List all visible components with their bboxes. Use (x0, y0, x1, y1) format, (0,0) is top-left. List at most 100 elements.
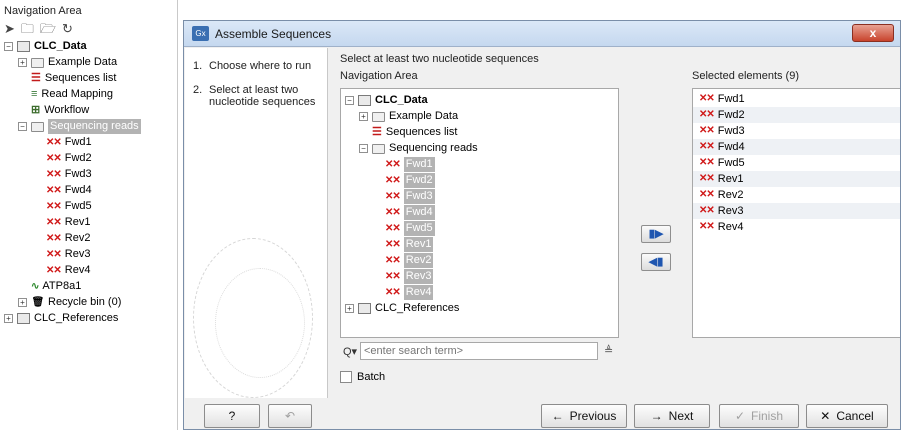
sequence-icon: ✕✕ (385, 287, 401, 298)
sequence-icon: ✕✕ (46, 137, 62, 148)
add-location-icon[interactable]: 🗁 (40, 22, 56, 36)
sequence-icon: ✕✕ (699, 157, 715, 168)
collapse-icon[interactable]: − (345, 96, 354, 105)
batch-checkbox[interactable] (340, 371, 352, 383)
tree-item-sequences-list[interactable]: ☰ Sequences list (372, 125, 457, 140)
reset-icon: ↶ (284, 409, 296, 423)
tree-item-rev3[interactable]: ✕✕ Rev3 (385, 269, 434, 284)
source-tree[interactable]: − CLC_Data + Example Data ☰ Sequences li… (340, 88, 619, 338)
sequence-icon: ✕✕ (46, 249, 62, 260)
tree-item-sequencing-reads[interactable]: − Sequencing reads (359, 141, 478, 156)
close-x-icon: ✕ (820, 409, 831, 423)
sequence-list-icon: ☰ (31, 72, 41, 84)
tree-item-atp8a1[interactable]: ∿ ATP8a1 (31, 279, 81, 294)
tree-item-rev2[interactable]: ✕✕ Rev2 (46, 231, 90, 246)
folder-icon (372, 111, 385, 122)
tree-item-rev1[interactable]: ✕✕ Rev1 (46, 215, 90, 230)
previous-button[interactable]: ← Previous (541, 404, 627, 428)
tree-item-sequences-list[interactable]: ☰ Sequences list (31, 71, 116, 86)
sequence-icon: ✕✕ (46, 153, 62, 164)
selected-item[interactable]: ✕✕ Rev2 (693, 187, 900, 203)
refresh-icon[interactable]: ↻ (62, 22, 73, 36)
collapse-icon[interactable]: − (359, 144, 368, 153)
expand-icon[interactable]: + (4, 314, 13, 323)
finish-button[interactable]: ✓ Finish (719, 404, 799, 428)
expand-icon[interactable]: + (18, 58, 27, 67)
tree-item-rev4[interactable]: ✕✕ Rev4 (385, 285, 434, 300)
search-input[interactable] (360, 342, 598, 360)
expand-icon[interactable]: + (345, 304, 354, 313)
tree-item-rev3[interactable]: ✕✕ Rev3 (46, 247, 90, 262)
add-to-selection-button[interactable]: ▮▶ (641, 225, 671, 243)
tree-item-fwd5[interactable]: ✕✕ Fwd5 (46, 199, 92, 214)
selected-item[interactable]: ✕✕ Fwd4 (693, 139, 900, 155)
sequence-icon: ✕✕ (46, 185, 62, 196)
tree-item-rev2[interactable]: ✕✕ Rev2 (385, 253, 434, 268)
dialog-title-bar[interactable]: Gx Assemble Sequences x (184, 21, 900, 47)
sequence-icon: ✕✕ (46, 217, 62, 228)
next-button[interactable]: → Next (634, 404, 710, 428)
tree-item-fwd4[interactable]: ✕✕ Fwd4 (46, 183, 92, 198)
tree-item-fwd4[interactable]: ✕✕ Fwd4 (385, 205, 435, 220)
tree-item-rev4[interactable]: ✕✕ Rev4 (46, 263, 90, 278)
sequence-list-icon: ☰ (372, 126, 382, 138)
sequence-icon: ✕✕ (385, 271, 401, 282)
tree-item-fwd1[interactable]: ✕✕ Fwd1 (385, 157, 435, 172)
tree-item-fwd2[interactable]: ✕✕ Fwd2 (385, 173, 435, 188)
tree-item-fwd2[interactable]: ✕✕ Fwd2 (46, 151, 92, 166)
database-icon (17, 313, 30, 324)
tree-item-clc-data[interactable]: − CLC_Data (345, 93, 428, 108)
remove-from-selection-button[interactable]: ◀▮ (641, 253, 671, 271)
help-button[interactable]: ? (204, 404, 260, 428)
tree-item-example-data[interactable]: + Example Data (359, 109, 458, 124)
sequence-icon: ✕✕ (699, 189, 715, 200)
tree-item-read-mapping[interactable]: ≡ Read Mapping (31, 87, 113, 102)
selected-item[interactable]: ✕✕ Fwd5 (693, 155, 900, 171)
sequence-icon: ✕✕ (46, 201, 62, 212)
add-folder-icon[interactable]: 🗀 (21, 22, 34, 36)
sequence-icon: ✕✕ (699, 205, 715, 216)
tree-item-fwd3[interactable]: ✕✕ Fwd3 (46, 167, 92, 182)
cancel-button[interactable]: ✕ Cancel (806, 404, 888, 428)
selected-item[interactable]: ✕✕ Rev1 (693, 171, 900, 187)
selected-item[interactable]: ✕✕ Fwd3 (693, 123, 900, 139)
wizard-steps-pane: 1. Choose where to run 2. Select at least … (185, 48, 328, 398)
tree-item-recycle-bin[interactable]: + 🗑 Recycle bin (0) (18, 295, 121, 310)
close-button[interactable]: x (852, 24, 894, 42)
clear-search-icon[interactable]: ≜ (604, 344, 613, 357)
selected-item[interactable]: ✕✕ Rev4 (693, 219, 900, 235)
tree-item-workflow[interactable]: ⊞ Workflow (31, 103, 89, 118)
expand-icon[interactable]: + (18, 298, 27, 307)
navigation-panel: Navigation Area ➤ 🗀 🗁 ↻ − CLC_Data + Exa… (0, 0, 178, 430)
tree-item-fwd3[interactable]: ✕✕ Fwd3 (385, 189, 435, 204)
database-icon (358, 303, 371, 314)
collapse-icon[interactable]: − (18, 122, 27, 131)
selected-item[interactable]: ✕✕ Rev3 (693, 203, 900, 219)
sequence-icon: ✕✕ (699, 125, 715, 136)
select-arrow-icon[interactable]: ➤ (4, 22, 15, 36)
selected-item[interactable]: ✕✕ Fwd2 (693, 107, 900, 123)
instruction-text: Select at least two nucleotide sequences (340, 53, 539, 65)
tree-item-sequencing-reads[interactable]: − Sequencing reads (18, 119, 141, 134)
tree-item-fwd1[interactable]: ✕✕ Fwd1 (46, 135, 92, 150)
batch-option[interactable]: Batch (340, 371, 385, 383)
tree-item-clc-data[interactable]: − CLC_Data (4, 39, 87, 54)
expand-icon[interactable]: + (359, 112, 368, 121)
tree-item-example-data[interactable]: + Example Data (18, 55, 117, 70)
tree-item-clc-references[interactable]: + CLC_References (345, 301, 459, 316)
checkmark-icon: ✓ (734, 409, 746, 423)
selected-item[interactable]: ✕✕ Fwd1 (693, 91, 900, 107)
sequence-icon: ✕✕ (385, 255, 401, 266)
search-icon[interactable]: Q▾ (343, 345, 357, 358)
sequence-icon: ✕✕ (46, 233, 62, 244)
sequence-icon: ✕✕ (46, 265, 62, 276)
collapse-icon[interactable]: − (4, 42, 13, 51)
tree-item-rev1[interactable]: ✕✕ Rev1 (385, 237, 434, 252)
tree-item-clc-references[interactable]: + CLC_References (4, 311, 118, 326)
wizard-step-2: 2. Select at least two nucleotide sequenc… (193, 84, 316, 108)
sequence-icon: ✕✕ (385, 175, 401, 186)
reset-button[interactable]: ↶ (268, 404, 312, 428)
sequence-icon: ✕✕ (385, 239, 401, 250)
tree-item-fwd5[interactable]: ✕✕ Fwd5 (385, 221, 435, 236)
selected-elements-list[interactable]: ✕✕ Fwd1 ✕✕ Fwd2 ✕✕ Fwd3 ✕✕ Fwd4 ✕✕ Fwd5 ✕✕ Rev… (692, 88, 900, 338)
